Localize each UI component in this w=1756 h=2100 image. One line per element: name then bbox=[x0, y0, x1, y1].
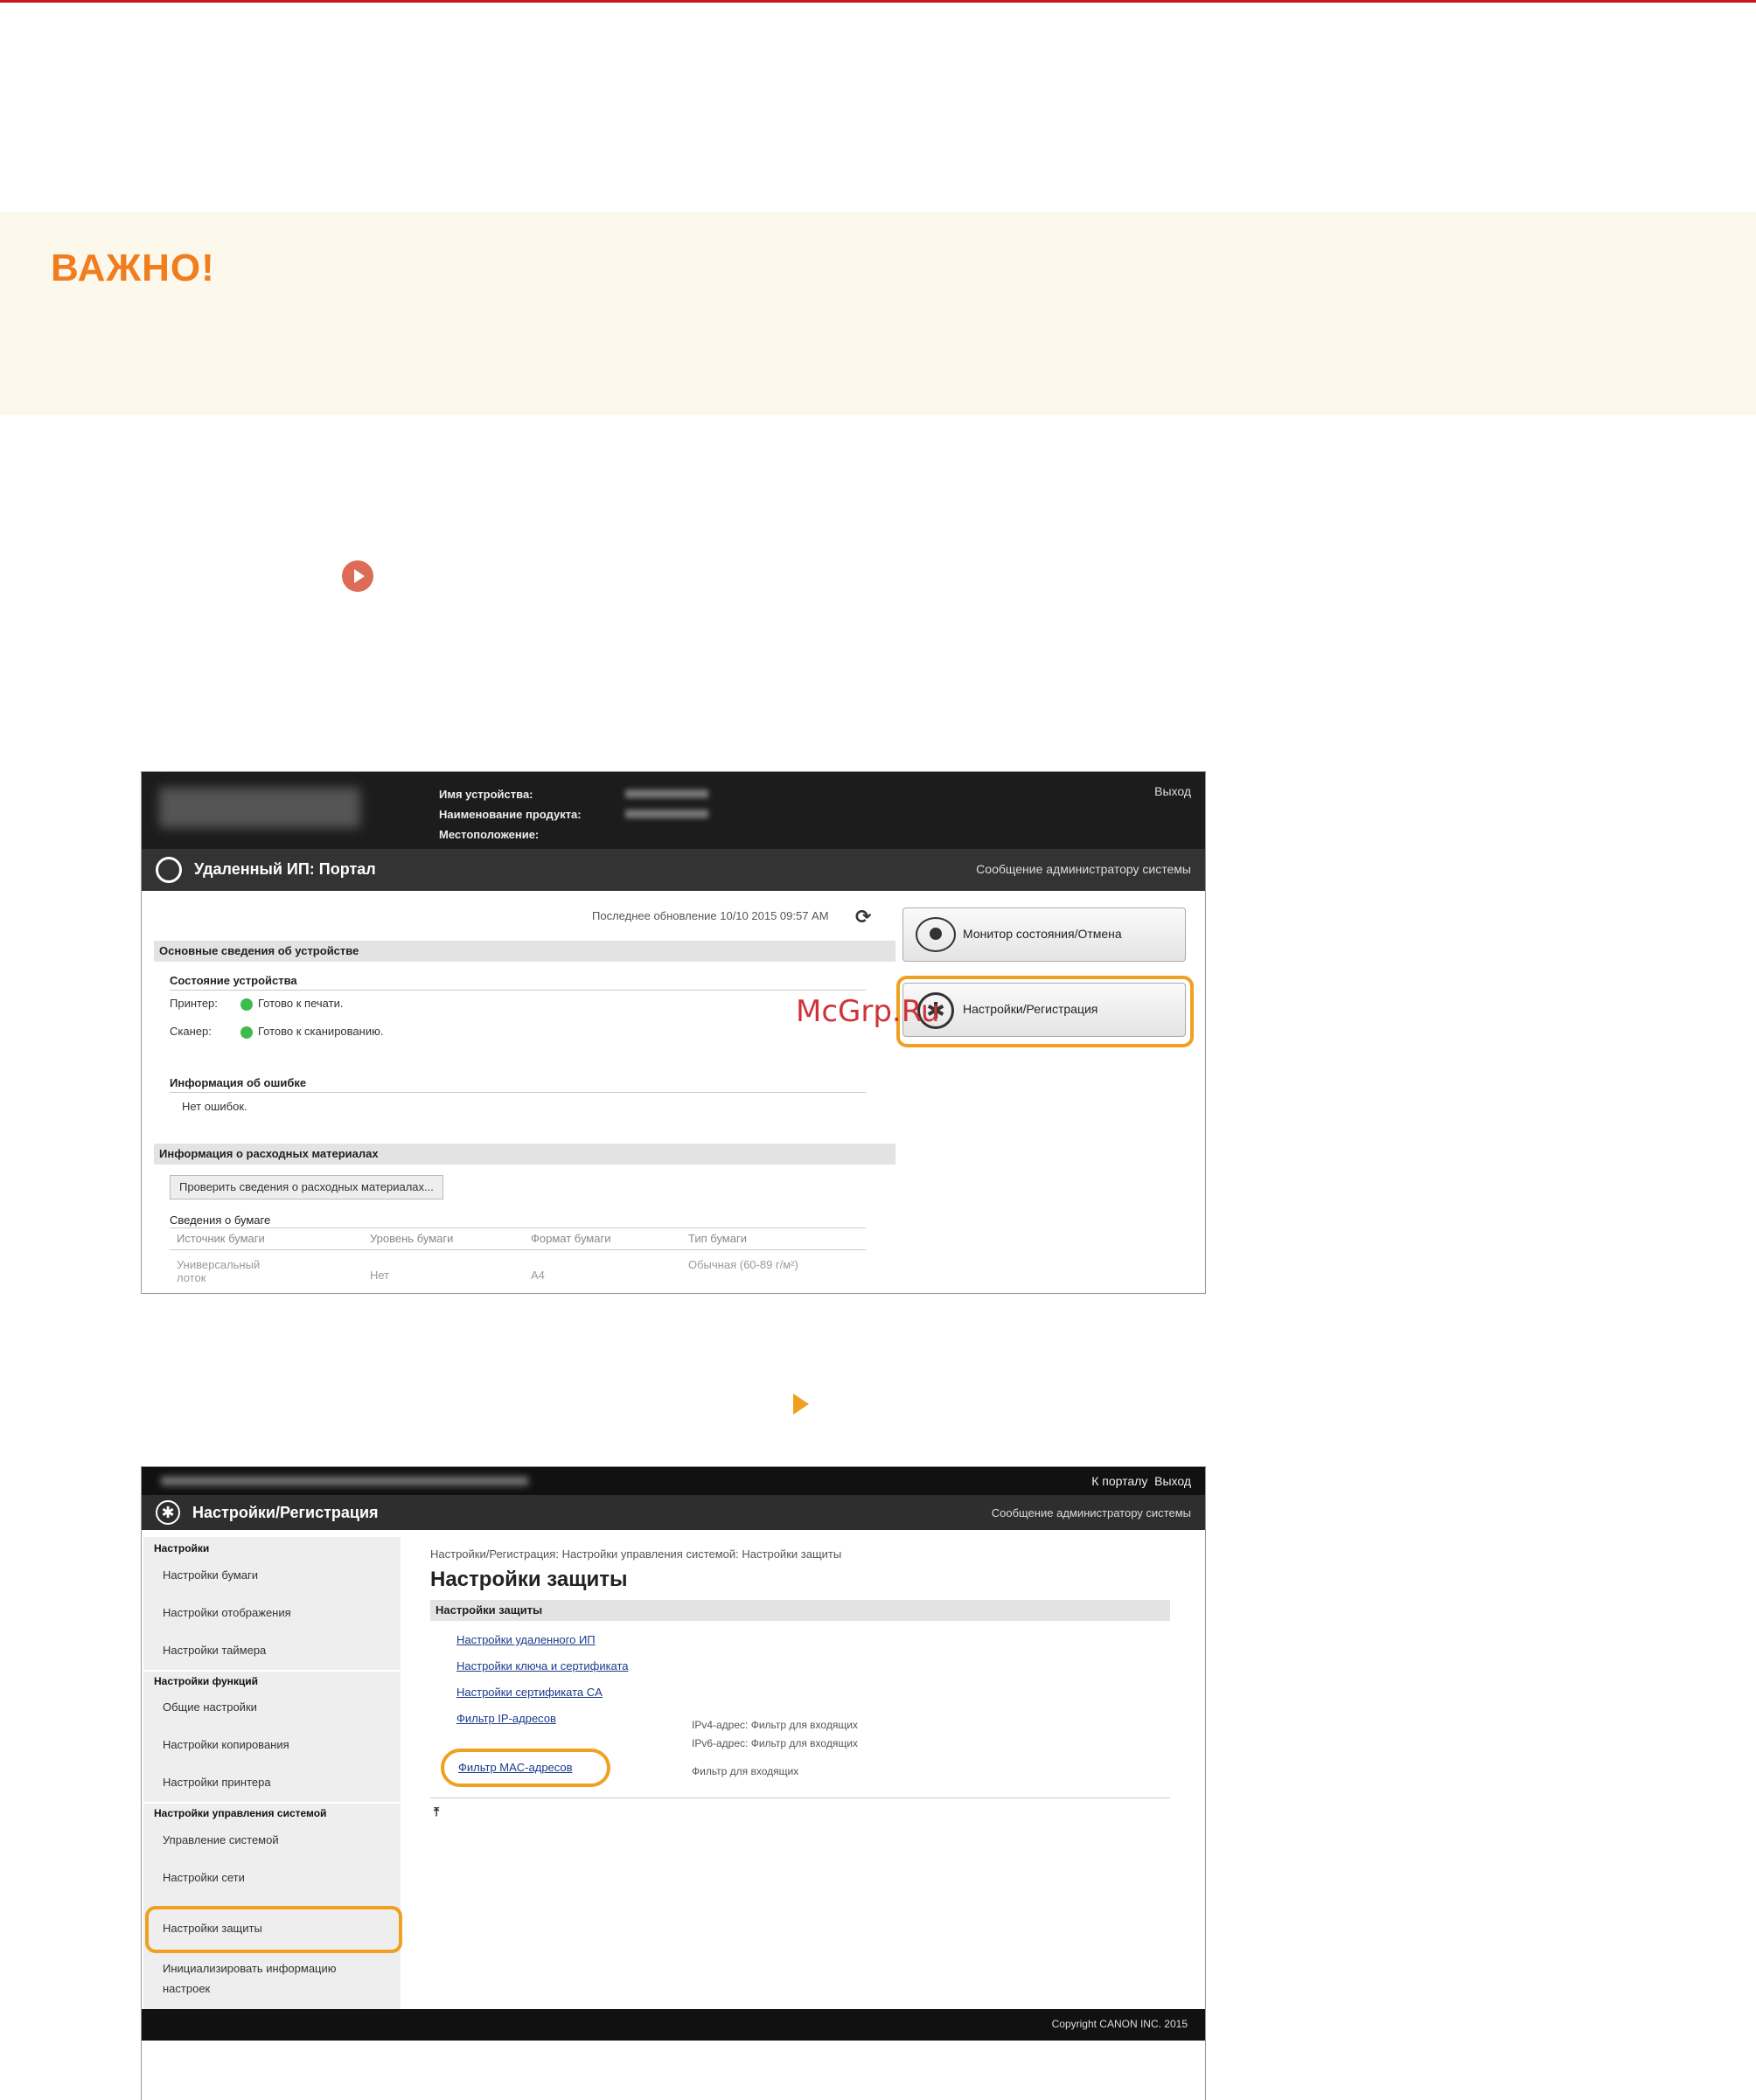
blurred-product-name bbox=[625, 810, 708, 818]
sidebar-group-settings: Настройки bbox=[154, 1542, 210, 1554]
consumables-heading: Информация о расходных материалах bbox=[154, 1144, 895, 1165]
important-title: ВАЖНО! bbox=[51, 247, 215, 289]
ip-filter-link[interactable]: Фильтр IP-адресов bbox=[456, 1712, 556, 1725]
back-to-top-icon[interactable]: ⤒ bbox=[434, 1804, 439, 1819]
table-header-type: Тип бумаги bbox=[688, 1232, 747, 1245]
sidebar-item-paper[interactable]: Настройки бумаги bbox=[163, 1568, 258, 1582]
location-label: Местоположение: bbox=[439, 828, 540, 841]
page-title: Настройки защиты bbox=[430, 1568, 628, 1591]
error-info-heading: Информация об ошибке bbox=[170, 1076, 307, 1089]
status-monitor-button[interactable]: Монитор состояния/Отмена bbox=[902, 907, 1186, 962]
device-name-label: Имя устройства: bbox=[439, 788, 533, 801]
sidebar-separator bbox=[143, 1670, 401, 1672]
blurred-device-info bbox=[161, 1477, 528, 1485]
refresh-icon[interactable]: ⟳ bbox=[855, 906, 871, 928]
watermark: McGrp.Ru bbox=[796, 994, 940, 1029]
link-arrow-icon[interactable] bbox=[342, 560, 373, 592]
table-header-level: Уровень бумаги bbox=[370, 1232, 454, 1245]
remote-ui-portal-screenshot: Имя устройства: Наименование продукта: М… bbox=[141, 771, 1206, 1294]
basic-info-heading: Основные сведения об устройстве bbox=[154, 941, 895, 962]
settings-title: Настройки/Регистрация bbox=[192, 1504, 379, 1521]
divider bbox=[170, 1249, 866, 1250]
printer-status: Готово к печати. bbox=[258, 997, 344, 1010]
scanner-status-icon bbox=[240, 1026, 253, 1039]
settings-registration-screenshot: К порталу Выход ✱ Настройки/Регистрация … bbox=[141, 1466, 1206, 2100]
to-portal-link[interactable]: К порталу bbox=[1091, 1474, 1147, 1488]
logout-link[interactable]: Выход bbox=[1154, 784, 1191, 798]
admin-message-link[interactable]: Сообщение администратору системы bbox=[992, 1506, 1191, 1519]
device-info-labels: Имя устройства: Наименование продукта: М… bbox=[439, 784, 582, 845]
sidebar-item-initialize[interactable]: Инициализировать информацию настроек bbox=[163, 1962, 337, 1995]
initialize-line-2: настроек bbox=[163, 1982, 211, 1995]
sidebar-separator bbox=[143, 1802, 401, 1804]
sidebar-item-network[interactable]: Настройки сети bbox=[163, 1871, 245, 1884]
last-updated: Последнее обновление 10/10 2015 09:57 AM bbox=[592, 909, 829, 922]
sidebar-item-common[interactable]: Общие настройки bbox=[163, 1700, 257, 1714]
device-status-heading: Состояние устройства bbox=[170, 974, 297, 987]
key-certificate-settings-link[interactable]: Настройки ключа и сертификата bbox=[456, 1659, 629, 1672]
logout-link[interactable]: Выход bbox=[1154, 1474, 1191, 1488]
canon-logo bbox=[159, 788, 360, 828]
admin-message-link[interactable]: Сообщение администратору системы bbox=[976, 862, 1191, 876]
table-cell-size: A4 bbox=[531, 1269, 545, 1282]
initialize-line-1: Инициализировать информацию bbox=[163, 1962, 337, 1975]
security-section-heading: Настройки защиты bbox=[430, 1600, 1170, 1621]
printer-label: Принтер: bbox=[170, 997, 218, 1010]
divider bbox=[170, 1227, 866, 1228]
sidebar-item-printer[interactable]: Настройки принтера bbox=[163, 1776, 271, 1789]
check-consumables-button[interactable]: Проверить сведения о расходных материала… bbox=[170, 1175, 443, 1200]
ip-filter-desc-ipv6: IPv6-адрес: Фильтр для входящих bbox=[692, 1737, 858, 1749]
scanner-status: Готово к сканированию. bbox=[258, 1025, 384, 1038]
paper-info-heading: Сведения о бумаге bbox=[170, 1213, 271, 1227]
table-cell-source: Универсальный лоток bbox=[177, 1258, 261, 1284]
product-name-label: Наименование продукта: bbox=[439, 808, 582, 821]
divider bbox=[170, 1092, 866, 1093]
portal-title: Удаленный ИП: Портал bbox=[194, 860, 376, 878]
copyright: Copyright CANON INC. 2015 bbox=[1051, 2018, 1188, 2030]
eye-icon bbox=[916, 917, 956, 952]
sidebar-group-functions: Настройки функций bbox=[154, 1675, 259, 1687]
sidebar-item-system-management[interactable]: Управление системой bbox=[163, 1833, 279, 1846]
remote-ui-icon bbox=[156, 857, 182, 883]
highlight-frame bbox=[441, 1749, 610, 1787]
table-cell-level: Нет bbox=[370, 1269, 390, 1282]
mac-filter-desc: Фильтр для входящих bbox=[692, 1765, 799, 1777]
sidebar-group-system-management: Настройки управления системой bbox=[154, 1807, 327, 1819]
remote-ui-settings-link[interactable]: Настройки удаленного ИП bbox=[456, 1633, 596, 1646]
highlight-frame bbox=[145, 1906, 402, 1953]
top-links: К порталу Выход bbox=[1091, 1474, 1191, 1488]
top-rule bbox=[0, 0, 1756, 3]
sidebar-item-timer[interactable]: Настройки таймера bbox=[163, 1644, 266, 1657]
footer bbox=[142, 2009, 1205, 2041]
printer-status-icon bbox=[240, 998, 253, 1011]
ip-filter-desc-ipv4: IPv4-адрес: Фильтр для входящих bbox=[692, 1719, 858, 1731]
table-header-source: Источник бумаги bbox=[177, 1232, 265, 1245]
sidebar-item-copy[interactable]: Настройки копирования bbox=[163, 1738, 289, 1751]
blurred-device-name bbox=[625, 789, 708, 798]
settings-icon: ✱ bbox=[156, 1500, 180, 1525]
highlight-frame bbox=[896, 976, 1194, 1047]
sidebar-item-display[interactable]: Настройки отображения bbox=[163, 1606, 291, 1619]
table-cell-type: Обычная (60-89 г/м²) bbox=[688, 1258, 798, 1271]
divider bbox=[170, 990, 866, 991]
important-note-box bbox=[0, 212, 1756, 415]
scanner-label: Сканер: bbox=[170, 1025, 212, 1038]
error-info-text: Нет ошибок. bbox=[182, 1100, 247, 1113]
breadcrumb: Настройки/Регистрация: Настройки управле… bbox=[430, 1547, 842, 1561]
step-arrow-icon bbox=[793, 1394, 809, 1415]
status-monitor-label: Монитор состояния/Отмена bbox=[963, 927, 1122, 941]
ca-certificate-settings-link[interactable]: Настройки сертификата CA bbox=[456, 1686, 603, 1699]
table-header-size: Формат бумаги bbox=[531, 1232, 611, 1245]
